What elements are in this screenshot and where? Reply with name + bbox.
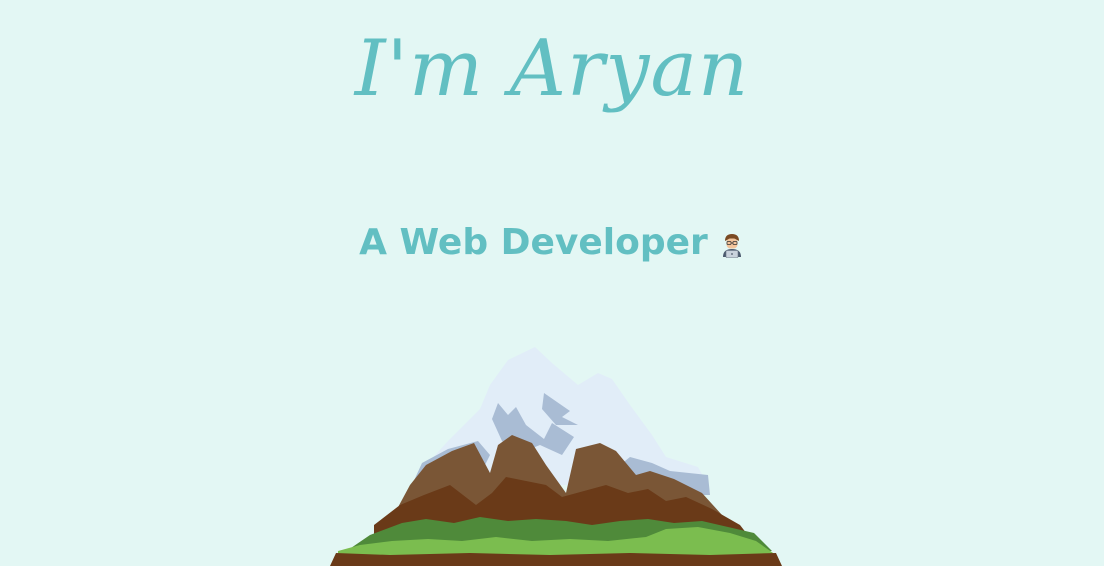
technologist-icon	[722, 234, 741, 258]
hero-section: I'm Aryan A Web Developer	[0, 0, 1104, 566]
mountain-illustration	[330, 347, 782, 566]
soil-base	[330, 553, 782, 566]
hero-subtitle: A Web Developer	[359, 222, 708, 263]
hero-title: I'm Aryan	[354, 24, 750, 114]
subtitle-row: A Web Developer	[0, 218, 1104, 268]
